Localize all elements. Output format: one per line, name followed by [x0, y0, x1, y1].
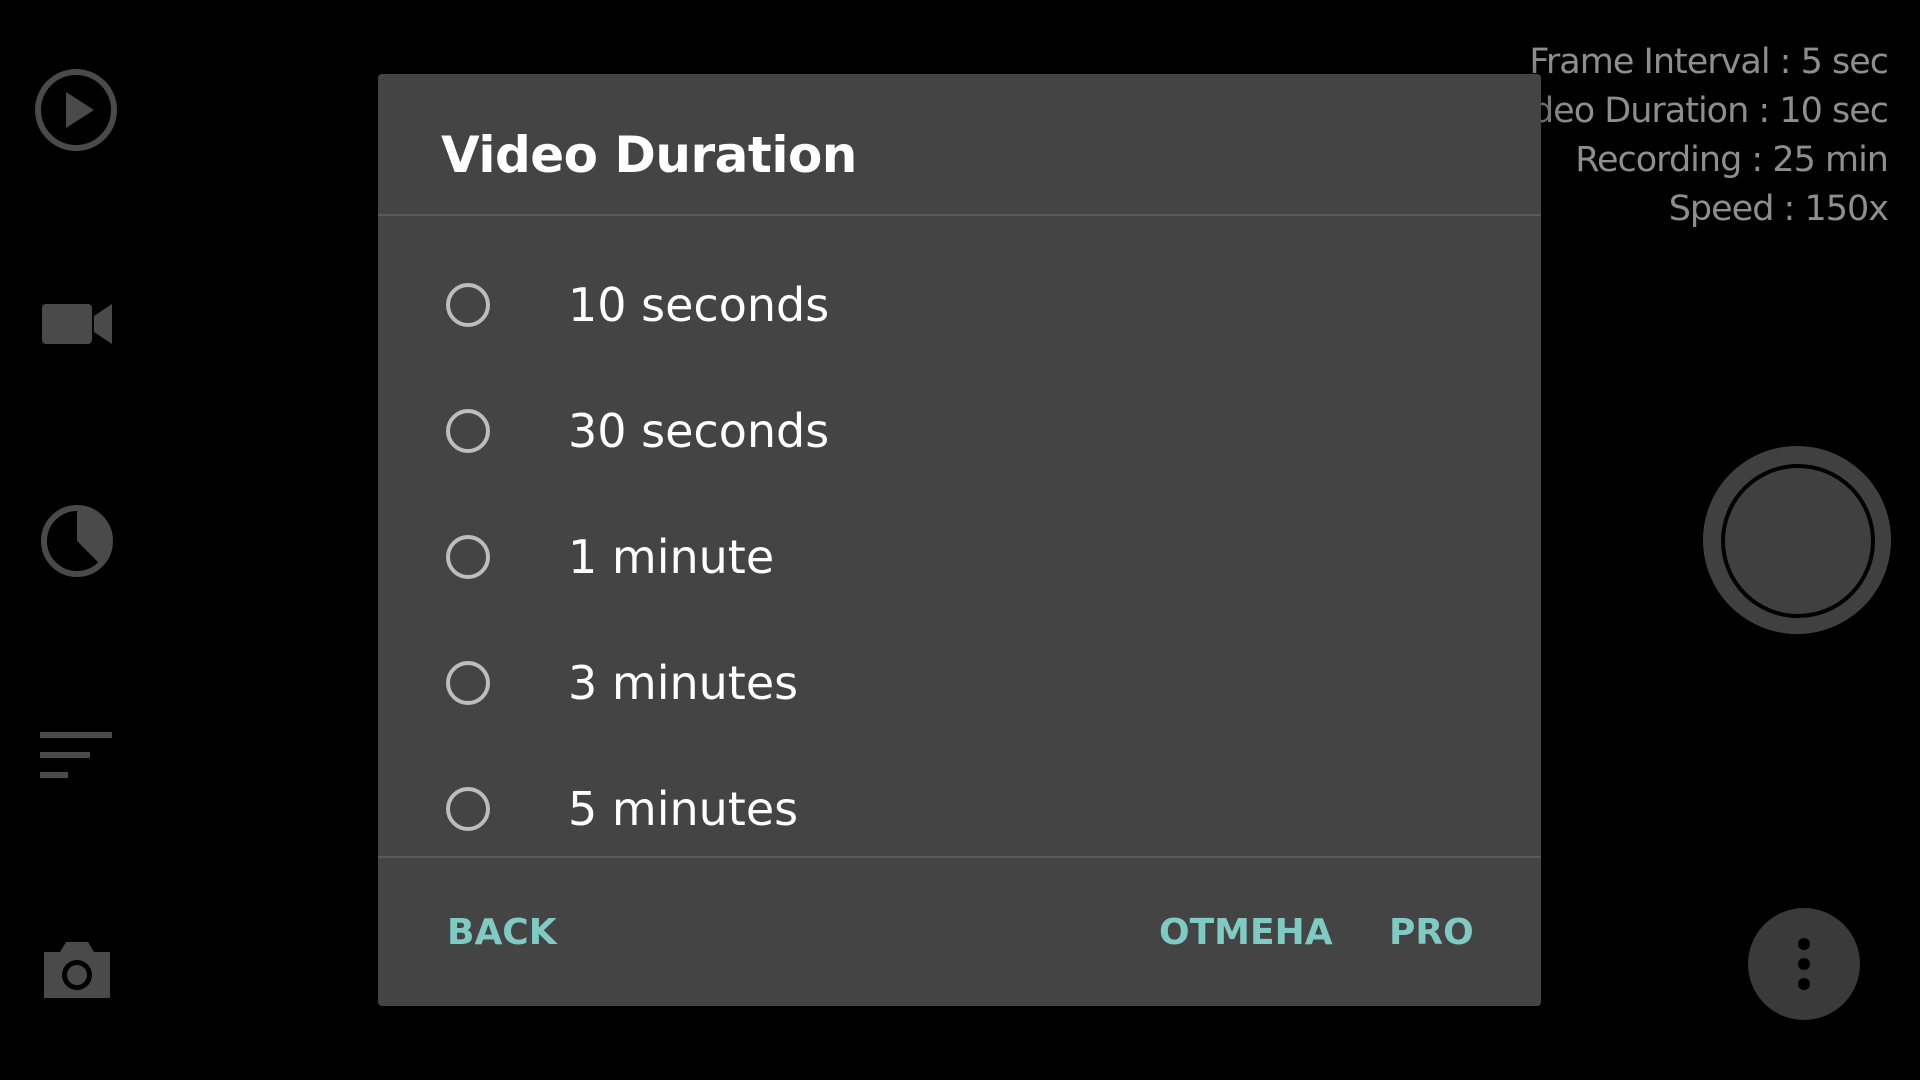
shutter-ring	[1721, 464, 1875, 618]
option-30-seconds[interactable]: 30 seconds	[378, 368, 1541, 494]
option-label: 30 seconds	[568, 404, 830, 458]
more-options-button[interactable]	[1748, 908, 1860, 1020]
shutter-button[interactable]	[1703, 446, 1891, 634]
pro-button[interactable]: PRO	[1389, 912, 1474, 953]
back-button[interactable]: BACK	[447, 912, 557, 953]
actions-divider	[378, 856, 1541, 858]
cancel-button[interactable]: ОТМЕНА	[1159, 912, 1333, 953]
radio-button[interactable]	[446, 535, 490, 579]
video-duration-dialog: Video Duration 10 seconds 30 seconds 1 m…	[378, 74, 1541, 1006]
camera-icon[interactable]	[40, 940, 114, 1002]
more-dot-icon	[1798, 978, 1810, 990]
timer-pie-icon[interactable]	[40, 504, 114, 578]
radio-button[interactable]	[446, 283, 490, 327]
title-divider	[378, 214, 1541, 216]
frame-interval-text: Frame Interval : 5 sec	[1529, 42, 1889, 82]
option-label: 5 minutes	[568, 782, 799, 836]
option-3-minutes[interactable]: 3 minutes	[378, 620, 1541, 746]
video-duration-text: deo Duration : 10 sec	[1531, 91, 1889, 131]
videocam-icon[interactable]	[40, 300, 116, 348]
radio-button[interactable]	[446, 661, 490, 705]
option-10-seconds[interactable]: 10 seconds	[378, 242, 1541, 368]
recording-text: Recording : 25 min	[1575, 140, 1889, 180]
sort-list-icon[interactable]	[40, 730, 114, 780]
recording-stats: Frame Interval : 5 sec deo Duration : 10…	[1529, 38, 1889, 234]
more-dot-icon	[1798, 938, 1810, 950]
screen: Frame Interval : 5 sec deo Duration : 10…	[0, 0, 1920, 1080]
radio-button[interactable]	[446, 409, 490, 453]
option-label: 10 seconds	[568, 278, 830, 332]
option-label: 1 minute	[568, 530, 775, 584]
option-1-minute[interactable]: 1 minute	[378, 494, 1541, 620]
option-5-minutes[interactable]: 5 minutes	[378, 746, 1541, 872]
speed-text: Speed : 150x	[1668, 189, 1889, 229]
play-circle-icon[interactable]	[34, 68, 118, 152]
dialog-title: Video Duration	[441, 126, 857, 184]
radio-button[interactable]	[446, 787, 490, 831]
option-label: 3 minutes	[568, 656, 799, 710]
more-dot-icon	[1798, 958, 1810, 970]
